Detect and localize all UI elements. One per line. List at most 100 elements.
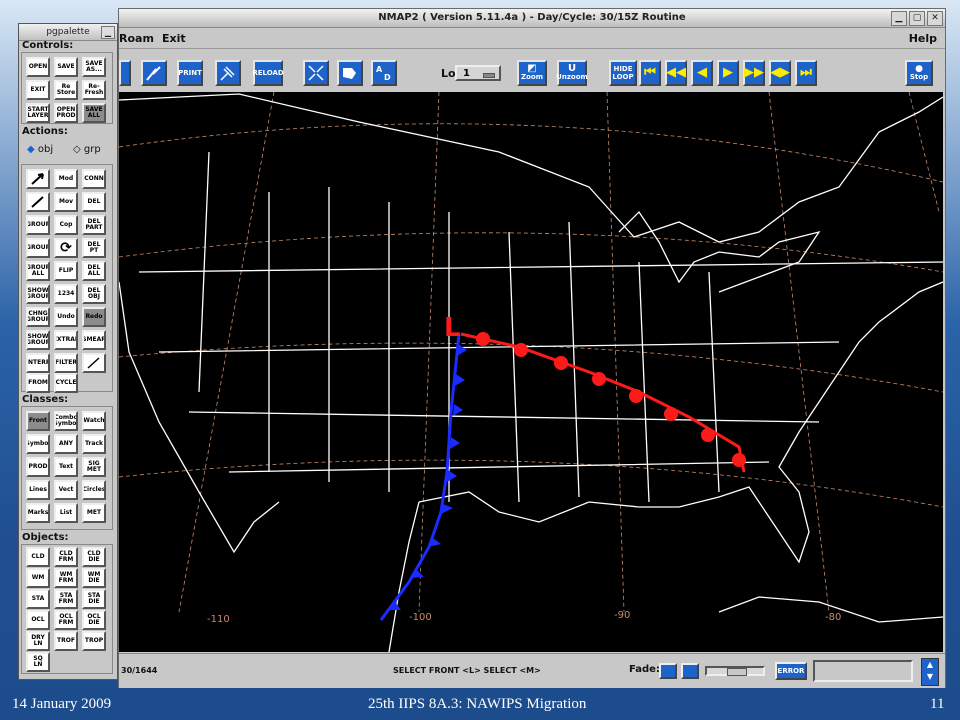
delete-button[interactable]: DEL [82, 192, 106, 212]
class-any-button[interactable]: ANY [54, 434, 78, 454]
object-cold-front-button[interactable]: CLD [26, 547, 50, 567]
object-warm-frm-button[interactable]: WM FRM [54, 568, 78, 588]
open-prod-button[interactable]: OPEN PROD [54, 103, 78, 123]
smear-button[interactable]: SMEAR [82, 330, 106, 350]
save-all-button[interactable]: SAVE ALL [82, 103, 106, 123]
low-pressure-symbol[interactable]: L [444, 313, 461, 343]
connect-button[interactable]: CONN [82, 169, 106, 189]
object-stationary-front-button[interactable]: STA [26, 589, 50, 609]
filter-button[interactable]: FILTER [54, 353, 78, 373]
map-display[interactable]: L -110 -100 -90 -80 [119, 92, 943, 652]
object-dry-line-button[interactable]: DRY LN [26, 631, 50, 651]
palette-titlebar[interactable]: pgpalette ▁ [19, 24, 117, 41]
error-button[interactable]: ERROR [775, 662, 807, 680]
satellite-icon[interactable] [215, 60, 241, 86]
undo-button[interactable]: Undo [54, 307, 78, 327]
rotate-icon[interactable]: ⟳ [54, 238, 78, 258]
select-arrow-icon[interactable] [26, 169, 50, 189]
refresh-button[interactable]: Re-Fresh [82, 80, 106, 100]
warm-front[interactable] [460, 332, 746, 473]
step-back-icon[interactable]: ◀◀ [665, 60, 687, 86]
fade-graphics-button[interactable] [681, 663, 699, 679]
hide-loop-button[interactable]: HIDE LOOP [609, 60, 637, 86]
class-prod-button[interactable]: PROD [26, 457, 50, 477]
change-group-button[interactable]: CHNG GROUP [26, 307, 50, 327]
restore-button[interactable]: Re Store [54, 80, 78, 100]
fade-image-button[interactable] [659, 663, 677, 679]
class-circles-button[interactable]: Circles [82, 480, 106, 500]
class-lines-button[interactable]: Lines [26, 480, 50, 500]
class-list-button[interactable]: List [54, 503, 78, 523]
object-occluded-front-button[interactable]: OCL [26, 610, 50, 630]
minimize-button[interactable]: ▁ [891, 11, 907, 26]
menu-exit[interactable]: Exit [162, 32, 186, 45]
modify-button[interactable]: Mod [54, 169, 78, 189]
delete-part-button[interactable]: DEL PART [82, 215, 106, 235]
stop-button[interactable]: ● Stop [905, 60, 933, 86]
loop-select[interactable]: 1 [455, 65, 501, 81]
map-select-icon[interactable] [337, 60, 363, 86]
unzoom-button[interactable]: U Unzoom [556, 60, 588, 86]
group-all-button[interactable]: GROUP ALL [26, 261, 50, 281]
object-squall-line-button[interactable]: SQ LN [26, 652, 50, 672]
class-watch-button[interactable]: Watch [82, 411, 106, 431]
close-button[interactable]: ✕ [927, 11, 943, 26]
class-combo-symbol-button[interactable]: Combo Symbol [54, 411, 78, 431]
move-button[interactable]: Mov [54, 192, 78, 212]
delete-object-button[interactable]: DEL OBJ [82, 284, 106, 304]
extrap-button[interactable]: EXTRAP [54, 330, 78, 350]
delete-point-button[interactable]: DEL PT [82, 238, 106, 258]
menu-help[interactable]: Help [909, 32, 937, 45]
scroll-arrows-icon[interactable]: ▲ ▼ [921, 658, 939, 686]
class-marks-button[interactable]: Marks [26, 503, 50, 523]
window-titlebar[interactable]: NMAP2 ( Version 5.11.4a ) - Day/Cycle: 3… [119, 9, 945, 28]
start-layer-button[interactable]: START LAYER [26, 103, 50, 123]
object-cold-die-button[interactable]: CLD DIE [82, 547, 106, 567]
print-button[interactable]: PRINT [177, 60, 203, 86]
show-group-button[interactable]: SHOW GROUP [26, 284, 50, 304]
flip-button[interactable]: FLIP [54, 261, 78, 281]
radio-grp[interactable]: ◇ grp [73, 144, 101, 155]
redo-button[interactable]: Redo [82, 307, 106, 327]
class-met-button[interactable]: MET [82, 503, 106, 523]
class-track-button[interactable]: Track [82, 434, 106, 454]
class-sigmet-button[interactable]: SIG MET [82, 457, 106, 477]
ungroup-button[interactable]: GROUP [26, 238, 50, 258]
object-trof-button[interactable]: TROF [54, 631, 78, 651]
from-button[interactable]: FROM [26, 373, 50, 393]
maximize-button[interactable]: ▢ [909, 11, 925, 26]
lightning-icon[interactable] [141, 60, 167, 86]
class-symbol-button[interactable]: Symbol [26, 434, 50, 454]
play-forward-icon[interactable]: ▶ [717, 60, 739, 86]
class-vect-button[interactable]: Vect [54, 480, 78, 500]
fade-slider[interactable] [705, 666, 765, 676]
object-warm-die-button[interactable]: WM DIE [82, 568, 106, 588]
group-button[interactable]: GROUP [26, 215, 50, 235]
step-forward-icon[interactable]: ▶▶ [743, 60, 765, 86]
delete-all-button[interactable]: DEL ALL [82, 261, 106, 281]
reload-button[interactable]: RELOAD [252, 60, 284, 86]
copy-button[interactable]: Cop [54, 215, 78, 235]
class-text-button[interactable]: Text [54, 457, 78, 477]
object-occluded-frm-button[interactable]: OCL FRM [54, 610, 78, 630]
object-stationary-die-button[interactable]: STA DIE [82, 589, 106, 609]
last-frame-icon[interactable]: ⏭ [795, 60, 817, 86]
show-all-group-button[interactable]: SHOW GROUP [26, 330, 50, 350]
save-button[interactable]: SAVE [54, 57, 78, 77]
open-button[interactable]: OPEN [26, 57, 50, 77]
rock-icon[interactable]: ◀▶ [769, 60, 791, 86]
class-front-button[interactable]: Front [26, 411, 50, 431]
play-back-icon[interactable]: ◀ [691, 60, 713, 86]
roam-arrows-icon[interactable] [303, 60, 329, 86]
data-source-button[interactable] [119, 60, 131, 86]
radio-obj[interactable]: ◆ obj [27, 144, 53, 155]
exit-button[interactable]: EXIT [26, 80, 50, 100]
palette-menu-icon[interactable]: ▁ [101, 26, 115, 39]
data-table-icon[interactable]: AD [371, 60, 397, 86]
object-occluded-die-button[interactable]: OCL DIE [82, 610, 106, 630]
cycle-button[interactable]: CYCLE [54, 373, 78, 393]
map-canvas[interactable]: L -110 -100 -90 -80 [119, 92, 943, 652]
distance-icon[interactable] [82, 353, 106, 373]
interp-button[interactable]: INTERP [26, 353, 50, 373]
object-warm-front-button[interactable]: WM [26, 568, 50, 588]
